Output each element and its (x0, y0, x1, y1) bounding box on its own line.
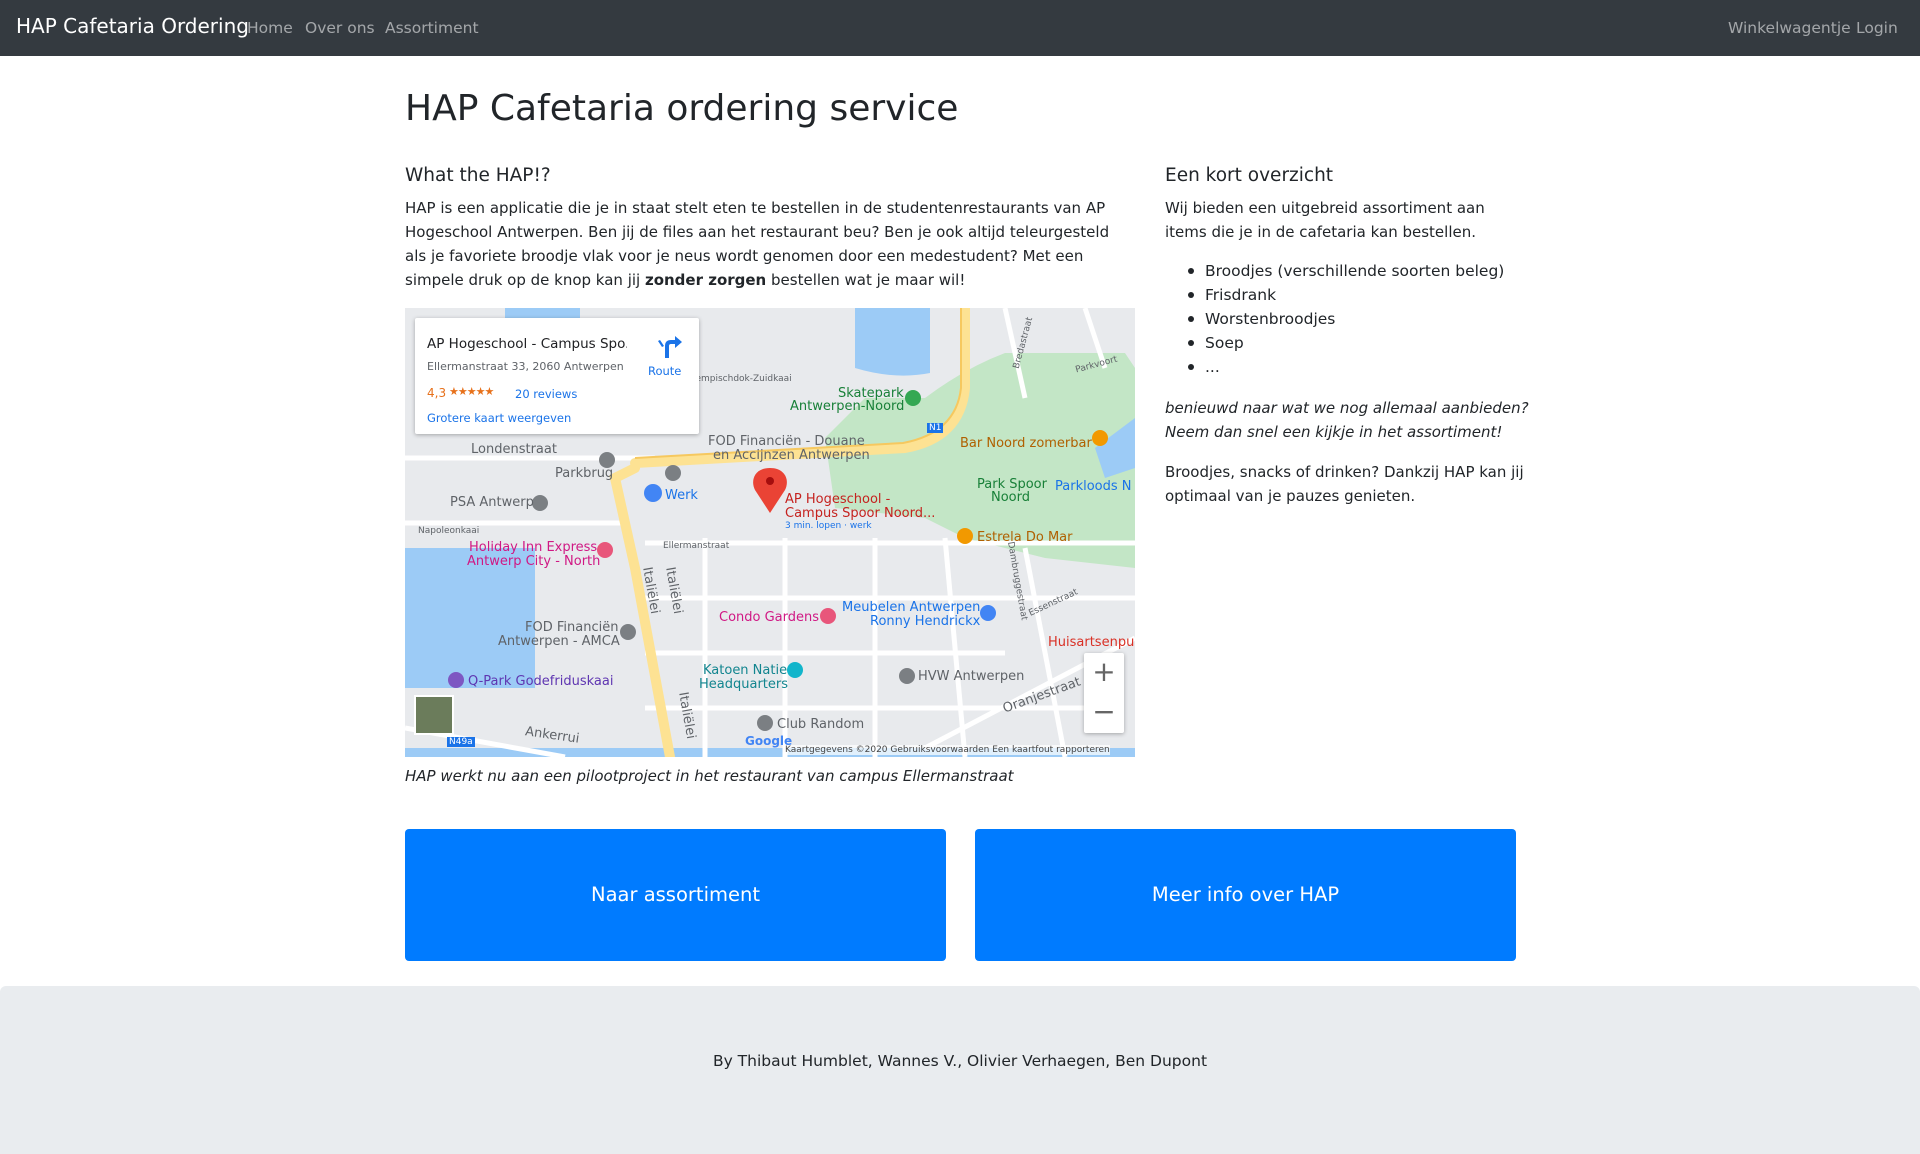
map-label-skatepark-2: Antwerpen-Noord (790, 399, 905, 414)
map-label-n49a: N49a (447, 737, 475, 747)
map-info-card: AP Hogeschool - Campus Spo... Ellermanst… (415, 318, 699, 434)
map-card-reviews-link[interactable]: 20 reviews (515, 387, 577, 401)
map-label-ap-3: 3 min. lopen · werk (785, 521, 872, 531)
map-label-holiday: Holiday Inn Express (469, 540, 598, 555)
list-item: Worstenbroodjes (1165, 307, 1525, 331)
google-map[interactable]: Kempischdok-Zuidkaai Skatepark Antwerpen… (405, 308, 1135, 757)
directions-icon (658, 336, 682, 358)
nav-assortiment[interactable]: Assortiment (385, 19, 479, 37)
overview-closing: Broodjes, snacks of drinken? Dankzij HAP… (1165, 463, 1524, 505)
map-label-estrela: Estrela Do Mar (977, 530, 1073, 545)
map-label-fod: FOD Financiën - Douane (708, 434, 865, 449)
map-label-werk: Werk (665, 488, 698, 503)
left-heading: What the HAP!? (405, 165, 551, 186)
route-label[interactable]: Route (648, 364, 681, 378)
footer-credits: By Thibaut Humblet, Wannes V., Olivier V… (712, 1052, 1208, 1070)
nav-over-ons[interactable]: Over ons (305, 19, 375, 37)
map-label-katoen: Katoen Natie (703, 663, 788, 678)
map-label-barnoord: Bar Noord zomerbar (960, 436, 1092, 451)
map-label-condo: Condo Gardens (719, 610, 820, 625)
map-card-title: AP Hogeschool - Campus Spo... (427, 336, 627, 352)
map-label-fodamca-2: Antwerpen - AMCA (498, 634, 620, 649)
map-label-n1: N1 (927, 423, 944, 433)
map-label-qpark: Q-Park Godefriduskaai (468, 674, 614, 689)
map-label-fod-2: en Accijnzen Antwerpen (713, 448, 870, 463)
map-label-parkloods: Parkloods N (1055, 479, 1132, 494)
map-label-fodamca: FOD Financiën (525, 620, 619, 635)
intro-bold: zonder zorgen (644, 271, 767, 289)
zoom-in-button[interactable]: + (1084, 653, 1124, 693)
zoom-out-button[interactable]: − (1084, 693, 1124, 733)
map-label-holiday-2: Antwerp City - North (467, 554, 601, 569)
nav-login[interactable]: Login (1856, 19, 1898, 37)
map-label-napoleon: Napoleonkaai (418, 526, 480, 536)
map-label-hvw: HVW Antwerpen (918, 669, 1025, 684)
map-label-parkspoor-2: Noord (991, 490, 1030, 505)
map-label-meubelen-2: Ronny Hendrickx (870, 614, 981, 629)
map-label-londen: Londenstraat (471, 442, 557, 457)
footer: By Thibaut Humblet, Wannes V., Olivier V… (0, 986, 1920, 1154)
intro-paragraph: HAP is een applicatie die je in staat st… (405, 199, 1110, 289)
assortment-button[interactable]: Naar assortiment (405, 829, 946, 961)
nav-winkelwagentje[interactable]: Winkelwagentje (1728, 19, 1851, 37)
map-card-address: Ellermanstraat 33, 2060 Antwerpen (427, 360, 624, 373)
list-item: Broodjes (verschillende soorten beleg) (1165, 259, 1525, 283)
overview-intro: Wij bieden een uitgebreid assortiment aa… (1165, 199, 1485, 241)
navbar: HAP Cafetaria Ordering Home Over ons Ass… (0, 0, 1920, 56)
nav-home[interactable]: Home (247, 19, 293, 37)
map-card-rating: 4,3 (427, 386, 447, 400)
map-label-clubrandom: Club Random (777, 717, 865, 732)
map-footer[interactable]: Kaartgegevens ©2020 Gebruiksvoorwaarden … (785, 745, 1110, 755)
map-label-huisarts: Huisartsenpun (1048, 635, 1135, 650)
map-label-kempisch: Kempischdok-Zuidkaai (690, 374, 792, 384)
page-title: HAP Cafetaria ordering service (405, 88, 959, 129)
map-caption: HAP werkt nu aan een pilootproject in he… (405, 767, 1014, 785)
overview-teaser: benieuwd naar wat we nog allemaal aanbie… (1165, 399, 1529, 441)
zoom-controls: + − (1084, 653, 1124, 733)
navbar-brand[interactable]: HAP Cafetaria Ordering (16, 14, 249, 38)
map-label-psa: PSA Antwerp (450, 495, 534, 510)
map-label-parkbrug: Parkbrug (555, 466, 614, 481)
larger-map-link[interactable]: Grotere kaart weergeven (427, 411, 571, 425)
map-label-ellerman: Ellermanstraat (663, 541, 730, 551)
list-item: ... (1165, 355, 1525, 379)
rating-stars-icon: ★★★★★ (449, 385, 494, 398)
overview-list: Broodjes (verschillende soorten beleg) F… (1165, 259, 1525, 379)
more-info-button[interactable]: Meer info over HAP (975, 829, 1516, 961)
map-label-katoen-2: Headquarters (699, 677, 789, 692)
right-heading: Een kort overzicht (1165, 165, 1334, 186)
list-item: Soep (1165, 331, 1525, 355)
list-item: Frisdrank (1165, 283, 1525, 307)
map-label-ap: AP Hogeschool - (785, 492, 891, 507)
map-label-ap-2: Campus Spoor Noord... (785, 506, 936, 521)
map-label-meubelen: Meubelen Antwerpen (842, 600, 981, 615)
